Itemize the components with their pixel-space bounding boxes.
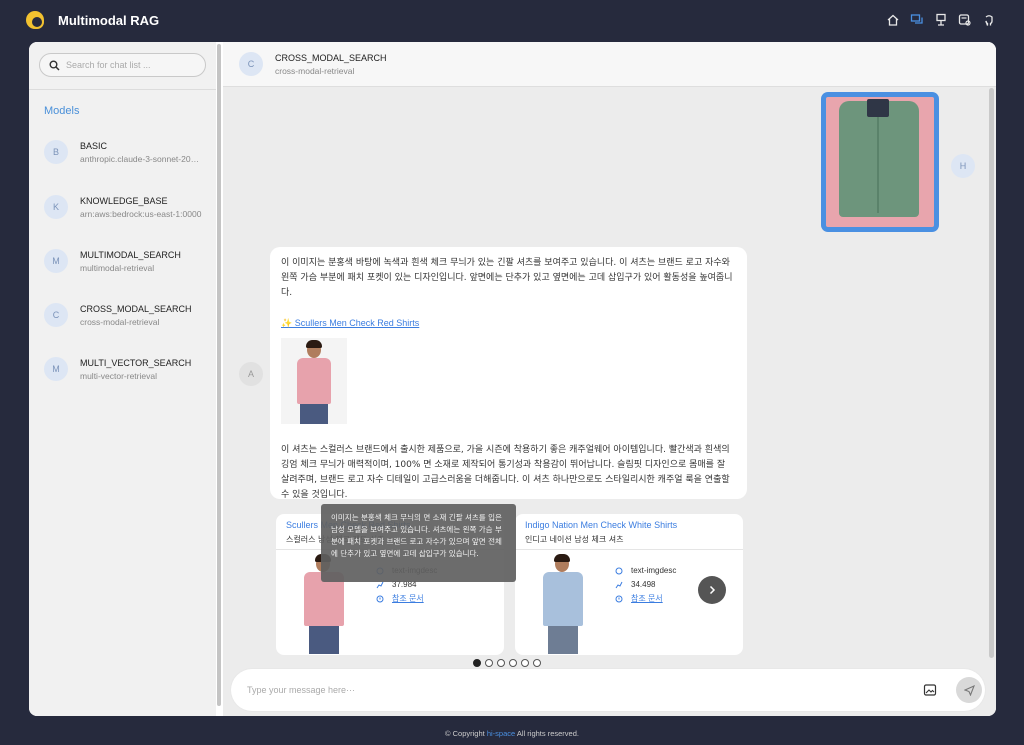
chat-panel: C CROSS_MODAL_SEARCH cross-modal-retriev… [223,42,996,716]
avatar: C [239,52,263,76]
footer-prefix: © Copyright [445,729,485,738]
pagination-dot[interactable] [533,659,541,667]
card-subtitle: 인디고 네이션 남성 체크 셔츠 [525,535,624,544]
avatar: M [44,357,68,381]
carousel-next-button[interactable] [698,576,726,604]
sidebar-item-cross-modal-search[interactable]: C CROSS_MODAL_SEARCH cross-modal-retriev… [44,295,209,335]
user-avatar: H [951,154,975,178]
sidebar-item-multi-vector-search[interactable]: M MULTI_VECTOR_SEARCH multi-vector-retri… [44,349,209,389]
reference-link[interactable]: 참조 문서 [392,592,424,606]
bot-avatar: A [239,362,263,386]
card-title[interactable]: Indigo Nation Men Check White Shirts [525,520,733,530]
model-name: MULTI_VECTOR_SEARCH [80,357,192,368]
sidebar-scrollbar[interactable] [217,44,221,706]
message-paragraph: 이 셔츠는 스컬러스 브랜드에서 출시한 제품으로, 가을 시즌에 착용하기 좋… [281,445,730,500]
product-image[interactable] [281,338,347,424]
message-paragraph: 이 이미지는 분홍색 바탕에 녹색과 흰색 체크 무늬가 있는 긴팔 셔츠를 보… [281,258,733,298]
chat-icon[interactable] [910,13,924,27]
sidebar: Models B BASIC anthropic.claude-3-sonnet… [29,42,216,716]
vote-icon[interactable] [934,13,948,27]
chevron-right-icon [709,585,716,595]
shirt-graphic [839,99,919,217]
shirt-photo [826,97,934,227]
database-search-icon[interactable] [958,13,972,27]
carousel-pagination [473,659,541,667]
avatar: M [44,249,68,273]
models-heading: Models [44,105,80,117]
pagination-dot[interactable] [509,659,517,667]
footer-link[interactable]: hi-space [487,729,515,738]
model-name: BASIC [80,140,108,151]
footer: © Copyright hi-space All rights reserved… [0,729,1024,738]
model-name: KNOWLEDGE_BASE [80,195,168,206]
model-id: cross-modal-retrieval [80,316,160,327]
search-box[interactable] [39,53,206,77]
model-id: multimodal-retrieval [80,262,155,273]
chat-model-name: CROSS_MODAL_SEARCH [275,52,387,63]
model-name: CROSS_MODAL_SEARCH [80,303,192,314]
search-icon [49,60,60,71]
top-nav [886,13,996,27]
reference-icon [615,595,623,603]
card-image [533,554,595,654]
type-icon [615,567,623,575]
avatar: C [44,303,68,327]
main-container: Models B BASIC anthropic.claude-3-sonnet… [29,42,996,716]
tooltip: 이미지는 분홍색 체크 무늬의 면 소재 긴팔 셔츠를 입은 남성 모델을 보여… [321,504,516,582]
send-icon [963,684,975,696]
image-upload-icon[interactable] [923,683,937,697]
product-link[interactable]: ✨ Scullers Men Check Red Shirts [281,316,736,331]
reference-icon [376,595,384,603]
sidebar-item-basic[interactable]: B BASIC anthropic.claude-3-sonnet-202402… [44,132,209,172]
score-icon [376,581,384,589]
home-icon[interactable] [886,13,900,27]
bot-message: 이 이미지는 분홍색 바탕에 녹색과 흰색 체크 무늬가 있는 긴팔 셔츠를 보… [270,247,747,500]
avatar: B [44,140,68,164]
score-icon [615,581,623,589]
message-input[interactable] [247,685,887,695]
sidebar-item-knowledge-base[interactable]: K KNOWLEDGE_BASE arn:aws:bedrock:us-east… [44,187,209,227]
pagination-dot[interactable] [473,659,481,667]
reference-link[interactable]: 참조 문서 [631,592,663,606]
model-id: anthropic.claude-3-sonnet-20240229-v1:0 [80,153,202,164]
model-id: multi-vector-retrieval [80,370,157,381]
model-name: MULTIMODAL_SEARCH [80,249,181,260]
chat-model-id: cross-modal-retrieval [275,65,355,76]
message-composer [231,669,985,711]
card-type: text-imgdesc [631,566,677,575]
pagination-dot[interactable] [485,659,493,667]
chat-header: C CROSS_MODAL_SEARCH cross-modal-retriev… [223,42,996,87]
chat-scrollbar[interactable] [989,88,994,658]
top-bar: Multimodal RAG [0,0,1024,40]
pagination-dot[interactable] [497,659,505,667]
search-input[interactable] [66,60,196,70]
app-title: Multimodal RAG [58,12,160,28]
sidebar-item-multimodal-search[interactable]: M MULTIMODAL_SEARCH multimodal-retrieval [44,241,209,281]
divider [29,89,216,90]
send-button[interactable] [956,677,982,703]
card-score: 34.498 [631,580,656,589]
user-image-message[interactable] [821,92,939,232]
model-id: arn:aws:bedrock:us-east-1:0000 [80,208,202,219]
github-icon[interactable] [982,13,996,27]
logo-icon [26,11,44,29]
avatar: K [44,195,68,219]
footer-suffix: All rights reserved. [516,729,579,738]
pagination-dot[interactable] [521,659,529,667]
